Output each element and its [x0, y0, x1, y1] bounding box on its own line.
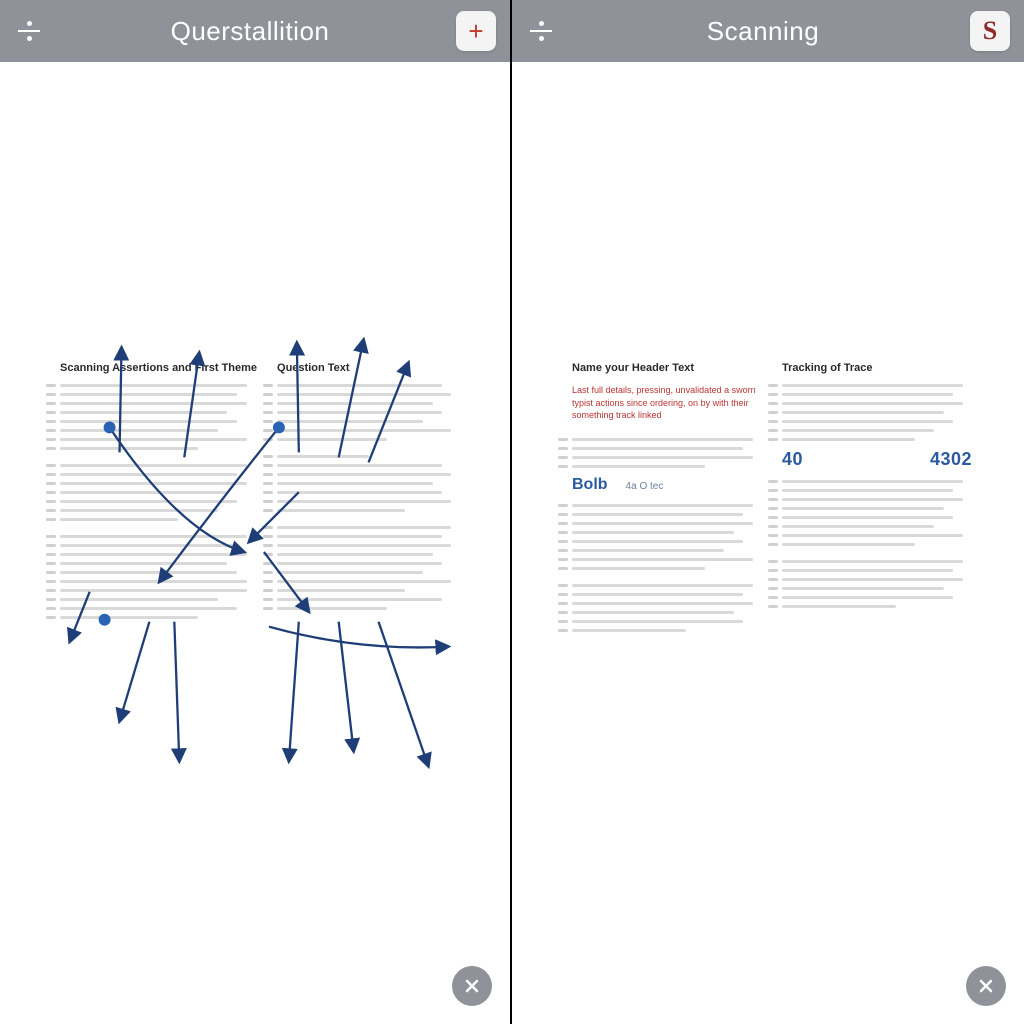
right-col1-subtext: Last full details, pressing, unvalidated… [572, 384, 762, 422]
stat-num-1: 40 [782, 449, 803, 470]
close-icon[interactable] [452, 966, 492, 1006]
stat-small-1: 4a O tec [626, 481, 664, 492]
divide-icon[interactable] [14, 16, 44, 46]
stat-num-2: 4302 [930, 449, 972, 470]
left-col2-heading: Question Text [277, 362, 460, 374]
right-canvas[interactable]: Name your Header Text Last full details,… [512, 62, 1024, 1024]
left-col1-heading: Scanning Assertions and First Theme [60, 362, 257, 374]
left-title: Querstallition [171, 16, 330, 47]
stat-label: Bolb [572, 476, 608, 494]
right-col1-heading: Name your Header Text [572, 362, 762, 374]
right-col2-heading: Tracking of Trace [782, 362, 972, 374]
left-pane: Querstallition + Scanning Assertions and… [0, 0, 512, 1024]
left-document: Scanning Assertions and First Theme Ques… [60, 362, 460, 625]
s-icon[interactable]: S [970, 11, 1010, 51]
right-topbar: Scanning S [512, 0, 1024, 62]
left-canvas[interactable]: Scanning Assertions and First Theme Ques… [0, 62, 510, 1024]
stats-row: Bolb 4a O tec [572, 476, 762, 494]
right-pane: Scanning S Name your Header Text Last fu… [512, 0, 1024, 1024]
plus-icon[interactable]: + [456, 11, 496, 51]
stats-row-2: 40 4302 [782, 449, 972, 470]
left-topbar: Querstallition + [0, 0, 510, 62]
close-icon[interactable] [966, 966, 1006, 1006]
right-title: Scanning [707, 16, 819, 47]
right-document: Name your Header Text Last full details,… [572, 362, 972, 638]
divide-icon[interactable] [526, 16, 556, 46]
